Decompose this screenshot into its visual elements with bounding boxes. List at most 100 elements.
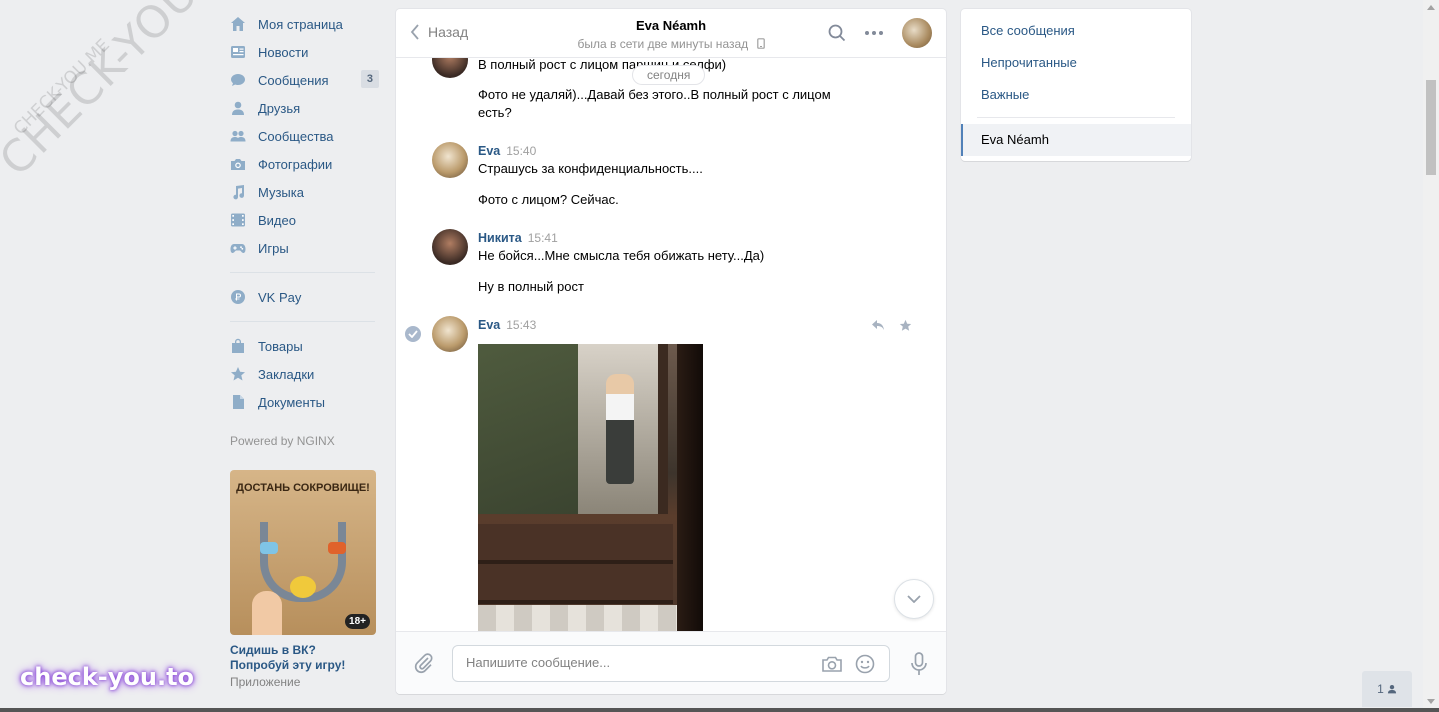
photo-content <box>606 374 634 484</box>
message-history[interactable]: В полный рост с лицом паршиц и селфи) се… <box>396 58 946 631</box>
filter-divider <box>977 117 1175 118</box>
communities-icon <box>230 128 246 144</box>
camera-icon[interactable] <box>821 654 843 674</box>
friends-online-button[interactable]: 1 <box>1362 671 1412 707</box>
nav-item-label: Закладки <box>258 366 315 382</box>
search-icon[interactable] <box>828 24 846 42</box>
powered-by-text: Powered by NGINX <box>230 434 335 448</box>
nav-divider <box>230 272 375 273</box>
header-actions <box>828 18 932 48</box>
scroll-down-button[interactable] <box>894 579 934 619</box>
filter-all-messages[interactable]: Все сообщения <box>981 23 1075 38</box>
message-text: Фото с лицом? Сейчас. <box>478 192 619 207</box>
star-icon[interactable] <box>899 319 912 332</box>
chevron-down-icon <box>907 595 921 603</box>
date-separator: сегодня <box>632 65 706 85</box>
avatar[interactable] <box>432 58 468 78</box>
friends-icon <box>230 100 246 116</box>
message-text: Ну в полный рост <box>478 279 584 294</box>
message-composer <box>396 631 946 694</box>
nav-item-documents[interactable]: Документы <box>230 388 375 416</box>
message-input-box <box>452 645 890 682</box>
nav-item-label: Фотографии <box>258 156 333 172</box>
ad-title-link[interactable]: Сидишь в ВК? Попробуй эту игру! <box>230 643 375 673</box>
message-input[interactable] <box>466 655 806 670</box>
nav-item-label: VK Pay <box>258 289 302 305</box>
select-check-icon[interactable] <box>405 326 421 342</box>
nav-item-label: Сообщения <box>258 72 329 88</box>
document-icon <box>230 394 246 410</box>
message-author[interactable]: Никита 15:41 <box>478 231 558 245</box>
nav-item-games[interactable]: Игры <box>230 234 375 262</box>
nav-item-vkpay[interactable]: VK Pay <box>230 283 375 311</box>
nav-item-music[interactable]: Музыка <box>230 178 375 206</box>
vkpay-icon <box>230 289 246 305</box>
selected-chat-label: Eva Néamh <box>981 132 1049 147</box>
scrollbar-thumb[interactable] <box>1426 80 1436 175</box>
nav-item-label: Товары <box>258 338 303 354</box>
ad-subtitle: Приложение <box>230 675 301 689</box>
author-name: Никита <box>478 231 522 245</box>
nav-item-label: Игры <box>258 240 289 256</box>
message-actions <box>871 319 912 332</box>
nav-item-bookmarks[interactable]: Закладки <box>230 360 375 388</box>
age-rating-badge: 18+ <box>345 614 370 629</box>
nav-item-photos[interactable]: Фотографии <box>230 150 375 178</box>
message-time: 15:41 <box>527 231 558 245</box>
avatar[interactable] <box>432 142 468 178</box>
camera-icon <box>230 156 246 172</box>
attach-icon[interactable] <box>414 652 434 674</box>
nav-item-label: Друзья <box>258 100 301 116</box>
photo-content <box>478 524 673 604</box>
emoji-icon[interactable] <box>855 654 875 674</box>
unread-count-badge: 3 <box>360 70 379 88</box>
scroll-down-arrow[interactable] <box>1427 699 1435 704</box>
nav-item-messages[interactable]: Сообщения 3 <box>230 66 379 94</box>
reply-icon[interactable] <box>871 319 885 331</box>
scroll-up-arrow[interactable] <box>1427 5 1435 10</box>
avatar[interactable] <box>432 316 468 352</box>
nav-item-label: Документы <box>258 394 326 410</box>
filter-selected-chat[interactable]: Eva Néamh <box>961 124 1191 156</box>
page-scrollbar[interactable] <box>1423 0 1439 712</box>
input-actions <box>821 654 875 674</box>
ad-hand-graphic <box>252 591 282 635</box>
microphone-icon[interactable] <box>910 652 928 676</box>
messages-icon <box>230 72 246 88</box>
avatar[interactable] <box>432 229 468 265</box>
nav-item-communities[interactable]: Сообщества <box>230 122 375 150</box>
message-time: 15:43 <box>506 318 537 332</box>
message-text: Фото не удаляй)...Давай без этого..В пол… <box>478 87 831 120</box>
ad-image[interactable]: ДОСТАНЬ СОКРОВИЩЕ! 18+ <box>230 470 376 635</box>
message-author[interactable]: Eva 15:43 <box>478 318 536 332</box>
ad-treasure-graphic <box>290 576 316 598</box>
star-icon <box>230 366 246 382</box>
music-icon <box>230 184 246 200</box>
left-nav: Моя страница Новости Сообщения 3 Друзья … <box>230 10 379 689</box>
friends-online-count: 1 <box>1377 682 1384 696</box>
peer-status-text: была в сети две минуты назад <box>577 37 749 51</box>
home-icon <box>230 16 246 32</box>
ad-image-title: ДОСТАНЬ СОКРОВИЩЕ! <box>236 482 370 494</box>
message-text: Страшусь за конфиденциальность.... <box>478 161 703 176</box>
messages-filter-panel: Все сообщения Непрочитанные Важные Eva N… <box>961 9 1191 161</box>
nav-item-my-page[interactable]: Моя страница <box>230 10 375 38</box>
nav-item-news[interactable]: Новости <box>230 38 375 66</box>
peer-avatar[interactable] <box>902 18 932 48</box>
nav-item-label: Музыка <box>258 184 304 200</box>
message-time: 15:40 <box>506 144 537 158</box>
message-text: Не бойся...Мне смысла тебя обижать нету.… <box>478 248 765 263</box>
nav-item-friends[interactable]: Друзья <box>230 94 375 122</box>
nav-item-video[interactable]: Видео <box>230 206 375 234</box>
more-icon[interactable] <box>864 30 884 36</box>
message-author[interactable]: Eva 15:40 <box>478 144 536 158</box>
filter-important[interactable]: Важные <box>981 87 1029 102</box>
nav-item-goods[interactable]: Товары <box>230 332 375 360</box>
mobile-icon <box>756 38 765 49</box>
video-icon <box>230 212 246 228</box>
watermark-bottom: check-you.to <box>20 663 195 691</box>
taskbar-edge <box>0 708 1439 712</box>
author-name: Eva <box>478 318 501 332</box>
filter-unread[interactable]: Непрочитанные <box>981 55 1077 70</box>
photo-attachment[interactable] <box>478 344 703 631</box>
